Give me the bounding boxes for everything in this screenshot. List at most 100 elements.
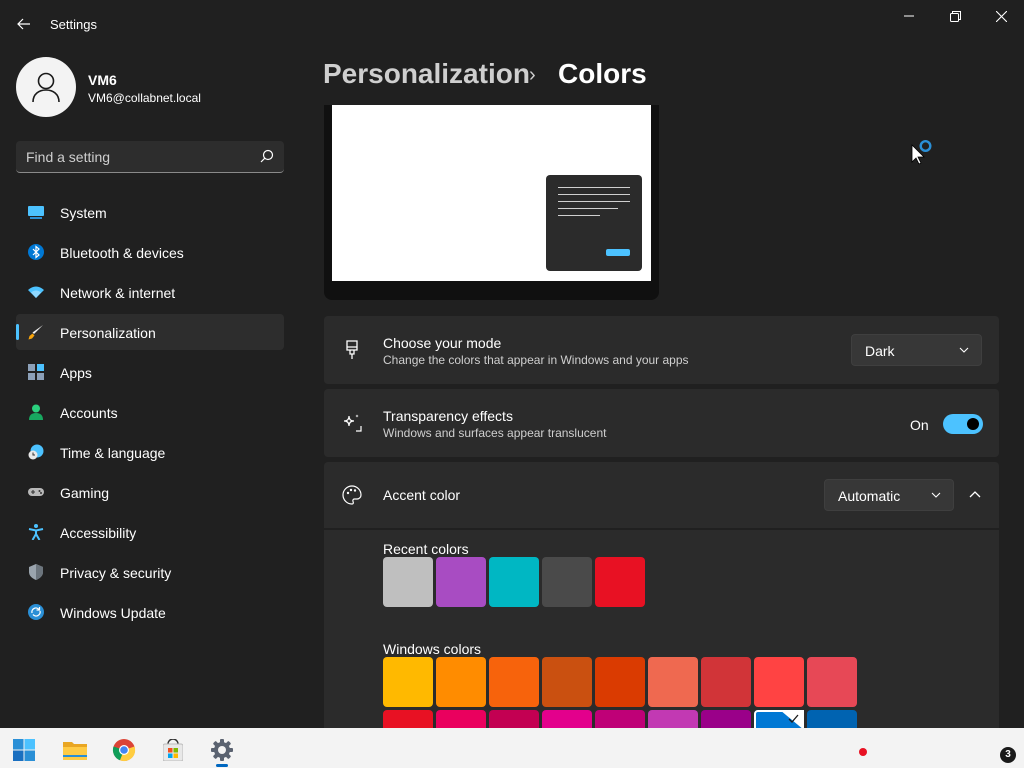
color-swatch-selected[interactable] (754, 710, 804, 728)
sidebar-item-windows-update[interactable]: Windows Update (16, 594, 284, 630)
taskbar-chrome[interactable] (104, 732, 144, 768)
start-icon (13, 739, 35, 761)
accent-title: Accent color (383, 487, 461, 503)
sparkle-icon (343, 414, 362, 432)
store-icon (163, 739, 183, 761)
shield-icon (29, 564, 43, 580)
sidebar-item-gaming[interactable]: Gaming (16, 474, 284, 510)
color-swatch[interactable] (436, 557, 486, 607)
transparency-description: Windows and surfaces appear translucent (383, 426, 607, 440)
mode-title: Choose your mode (383, 335, 502, 351)
title-bar: Settings (0, 0, 1024, 48)
accent-dropdown[interactable]: Automatic (824, 479, 954, 511)
color-swatch[interactable] (542, 710, 592, 728)
chevron-down-icon (959, 347, 969, 353)
sidebar-item-privacy[interactable]: Privacy & security (16, 554, 284, 590)
sidebar-item-time-language[interactable]: Time & language (16, 434, 284, 470)
sidebar-item-label: Bluetooth & devices (60, 245, 184, 261)
transparency-toggle[interactable] (943, 414, 983, 434)
restore-icon (949, 10, 961, 22)
accessibility-icon (28, 524, 44, 540)
color-swatch[interactable] (595, 657, 645, 707)
wifi-icon (28, 286, 44, 298)
sidebar-item-apps[interactable]: Apps (16, 354, 284, 390)
color-swatch[interactable] (595, 557, 645, 607)
taskbar (0, 728, 1024, 768)
color-swatch[interactable] (436, 710, 486, 728)
mode-dropdown-value: Dark (865, 343, 895, 359)
search-box[interactable] (16, 141, 284, 173)
clock-globe-icon (28, 444, 44, 460)
busy-cursor-icon (911, 139, 932, 165)
transparency-title: Transparency effects (383, 408, 513, 424)
back-button[interactable] (12, 12, 36, 36)
sidebar-item-label: Accessibility (60, 525, 137, 541)
close-icon (995, 10, 1007, 22)
user-email: VM6@collabnet.local (88, 91, 201, 105)
sidebar-item-bluetooth[interactable]: Bluetooth & devices (16, 234, 284, 270)
minimize-button[interactable] (886, 0, 932, 32)
breadcrumb-parent[interactable]: Personalization (323, 58, 530, 90)
color-swatch[interactable] (489, 557, 539, 607)
sidebar-item-accounts[interactable]: Accounts (16, 394, 284, 430)
sidebar-item-label: Windows Update (60, 605, 166, 621)
palette-icon (342, 485, 362, 505)
accent-dropdown-value: Automatic (838, 488, 901, 504)
chevron-up-icon[interactable] (969, 490, 981, 500)
color-swatch[interactable] (807, 657, 857, 707)
sidebar-item-label: Accounts (60, 405, 118, 421)
apps-icon (28, 364, 44, 380)
taskbar-file-explorer[interactable] (55, 732, 95, 768)
brush-icon (28, 325, 43, 340)
user-name: VM6 (88, 72, 117, 88)
sidebar-item-personalization[interactable]: Personalization (16, 314, 284, 350)
sidebar-item-accessibility[interactable]: Accessibility (16, 514, 284, 550)
color-swatch[interactable] (542, 557, 592, 607)
recent-colors-label: Recent colors (383, 541, 469, 557)
close-button[interactable] (978, 0, 1024, 32)
sidebar-item-label: Personalization (60, 325, 156, 341)
preview-window (546, 175, 642, 271)
color-swatch[interactable] (489, 657, 539, 707)
taskbar-settings[interactable] (202, 732, 242, 768)
windows-colors-label: Windows colors (383, 641, 482, 657)
sidebar-item-label: Privacy & security (60, 565, 172, 581)
update-icon (28, 604, 44, 620)
color-swatch[interactable] (648, 657, 698, 707)
sidebar-item-label: Apps (60, 365, 92, 381)
search-icon[interactable] (260, 149, 274, 163)
recording-indicator[interactable] (859, 748, 867, 756)
color-swatch[interactable] (648, 710, 698, 728)
sidebar-item-label: System (60, 205, 107, 221)
avatar[interactable] (16, 57, 76, 117)
file-explorer-icon (63, 742, 87, 760)
color-swatch[interactable] (489, 710, 539, 728)
sidebar-item-system[interactable]: System (16, 194, 284, 230)
sidebar-item-network[interactable]: Network & internet (16, 274, 284, 310)
sidebar-item-label: Gaming (60, 485, 110, 501)
accent-color-card[interactable]: Accent color Automatic (324, 462, 999, 528)
taskbar-store[interactable] (153, 732, 193, 768)
transparency-state-label: On (910, 417, 929, 433)
person-icon (29, 404, 43, 420)
restore-button[interactable] (932, 0, 978, 32)
color-swatch[interactable] (383, 557, 433, 607)
color-swatch[interactable] (701, 657, 751, 707)
toggle-knob (967, 418, 979, 430)
search-input[interactable] (26, 147, 246, 167)
color-swatch[interactable] (701, 710, 751, 728)
sidebar-nav: System Bluetooth & devices Network & int… (16, 194, 284, 634)
color-swatch[interactable] (542, 657, 592, 707)
mode-dropdown[interactable]: Dark (851, 334, 982, 366)
transparency-card: Transparency effects Windows and surface… (324, 389, 999, 457)
color-swatch[interactable] (383, 657, 433, 707)
color-swatch[interactable] (595, 710, 645, 728)
start-button[interactable] (4, 732, 44, 768)
color-swatch[interactable] (807, 710, 857, 728)
color-swatch[interactable] (754, 657, 804, 707)
color-swatch[interactable] (383, 710, 433, 728)
chrome-icon (112, 739, 136, 762)
color-swatch[interactable] (436, 657, 486, 707)
notification-badge[interactable]: 3 (1000, 747, 1016, 763)
mode-description: Change the colors that appear in Windows… (383, 353, 689, 367)
